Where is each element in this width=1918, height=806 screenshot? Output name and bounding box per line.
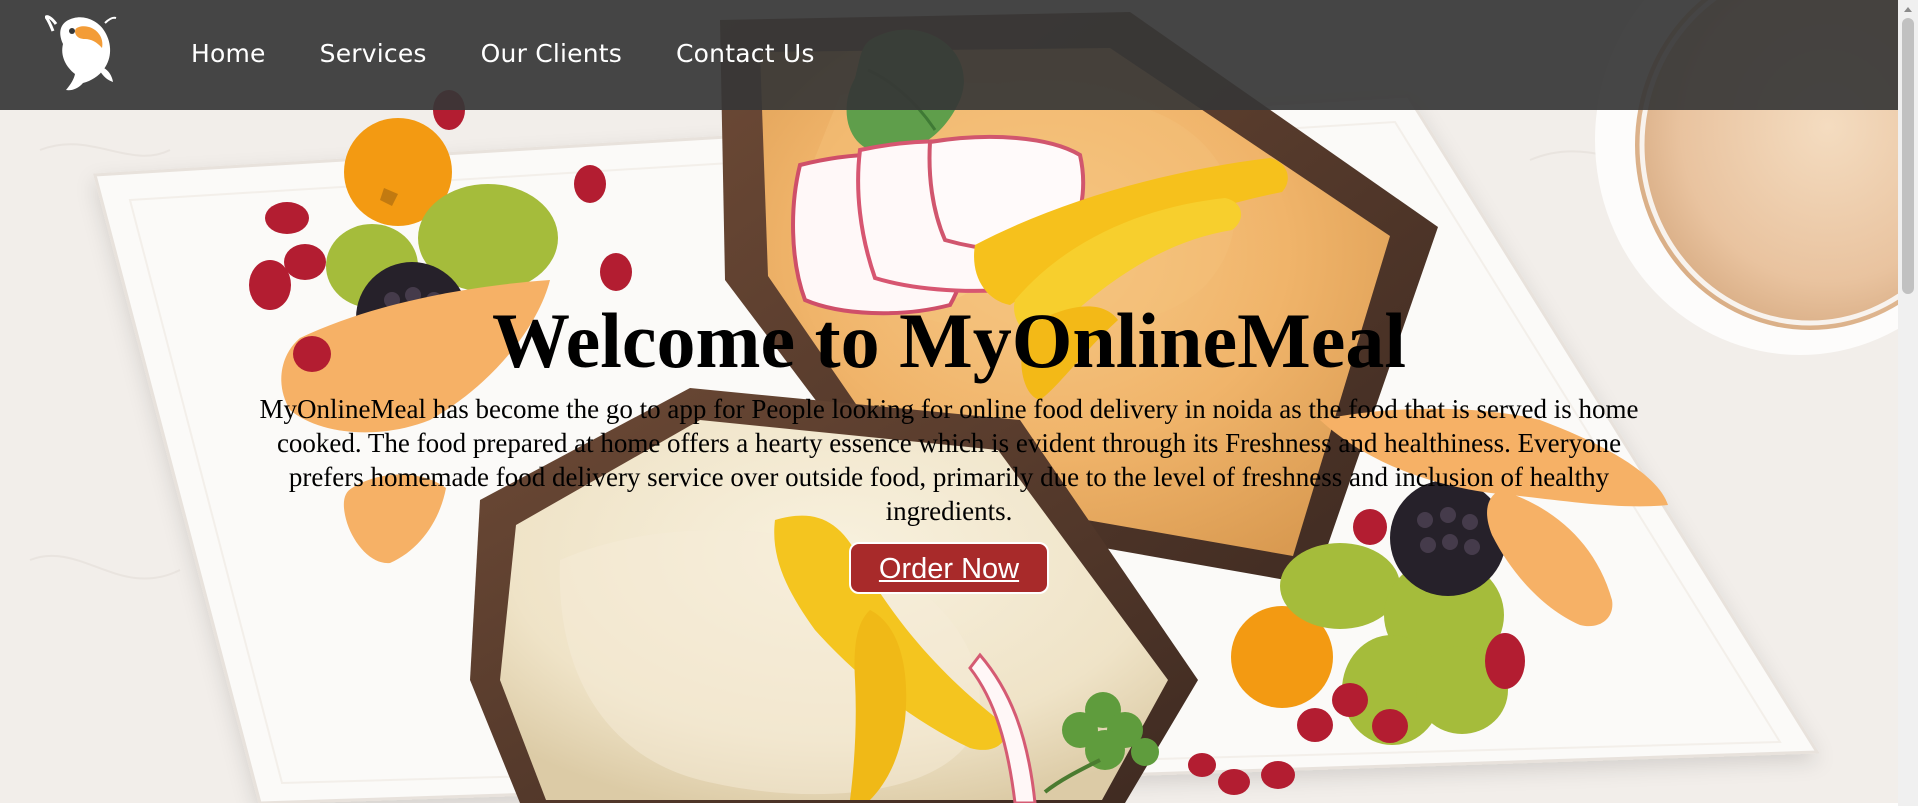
hero-content: Welcome to MyOnlineMeal MyOnlineMeal has… xyxy=(0,298,1898,594)
order-now-button[interactable]: Order Now xyxy=(849,542,1049,594)
fish-icon[interactable] xyxy=(44,13,117,91)
nav-our-clients[interactable]: Our Clients xyxy=(481,34,622,74)
top-navigation-bar: Home Services Our Clients Contact Us xyxy=(0,0,1898,110)
hero-title: Welcome to MyOnlineMeal xyxy=(491,297,1407,384)
scroll-up-button[interactable] xyxy=(1898,0,1918,18)
nav-services[interactable]: Services xyxy=(320,34,427,74)
hero-section: Home Services Our Clients Contact Us Wel… xyxy=(0,0,1898,803)
nav-contact-us[interactable]: Contact Us xyxy=(676,34,815,74)
chevron-up-icon xyxy=(1904,7,1912,12)
nav-home[interactable]: Home xyxy=(191,34,266,74)
scroll-thumb[interactable] xyxy=(1902,18,1914,294)
main-navigation: Home Services Our Clients Contact Us xyxy=(191,34,869,74)
hero-description: MyOnlineMeal has become the go to app fo… xyxy=(259,394,1639,526)
vertical-scrollbar[interactable] xyxy=(1898,0,1918,806)
viewport: Home Services Our Clients Contact Us Wel… xyxy=(0,0,1918,806)
